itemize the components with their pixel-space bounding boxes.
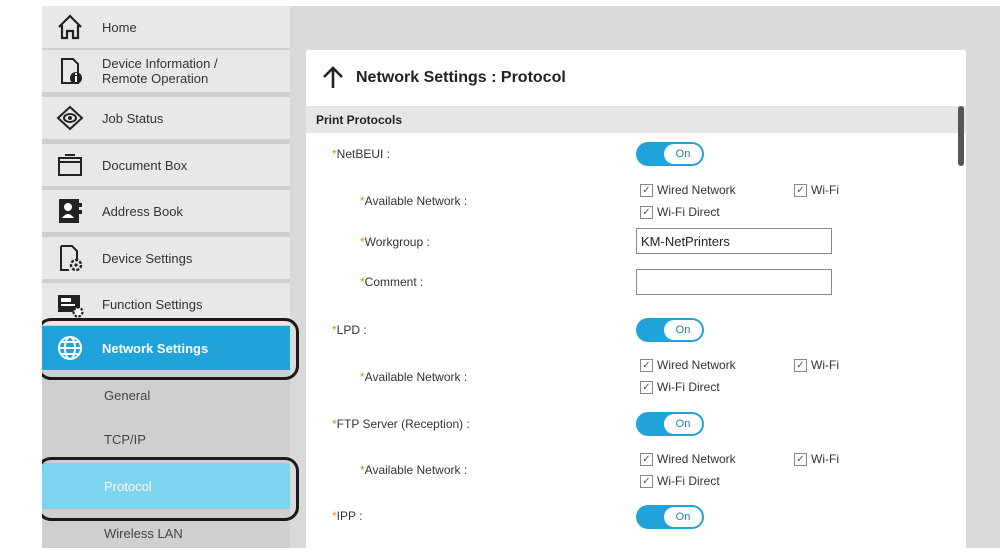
ipp-label: *IPP : [332, 509, 363, 523]
netbeui-wifi-direct-checkbox[interactable]: ✓ Wi-Fi Direct [640, 205, 720, 219]
device-settings-icon [52, 240, 88, 276]
function-settings-icon [52, 286, 88, 322]
sidebar-item-device-settings[interactable]: Device Settings [42, 237, 290, 279]
lpd-label: *LPD : [332, 323, 367, 337]
ftp-wired-checkbox[interactable]: ✓ Wired Network [640, 452, 736, 466]
lpd-wired-checkbox[interactable]: ✓ Wired Network [640, 358, 736, 372]
callout-outline-network-settings [42, 318, 299, 380]
page-title: Network Settings : Protocol [356, 69, 566, 86]
panel-header: Network Settings : Protocol [306, 50, 966, 107]
sidebar-subitem-label: General [104, 387, 151, 403]
sidebar-item-label: Address Book [102, 203, 183, 219]
settings-panel: Network Settings : Protocol Print Protoc… [306, 50, 966, 548]
protocol-form: *NetBEUI : On *Available Network : ✓ Wire… [306, 132, 956, 548]
folder-icon [52, 147, 88, 183]
sidebar-item-device-information[interactable]: Device Information / Remote Operation [42, 50, 290, 92]
netbeui-network-label: *Available Network : [360, 194, 468, 208]
section-header: Print Protocols [306, 107, 966, 133]
checkbox-check-icon: ✓ [640, 205, 653, 219]
netbeui-label: *NetBEUI : [332, 147, 391, 161]
netbeui-wired-checkbox[interactable]: ✓ Wired Network [640, 183, 736, 197]
checkbox-check-icon: ✓ [640, 183, 653, 197]
checkbox-check-icon: ✓ [640, 380, 653, 394]
sidebar-subitem-label: TCP/IP [104, 431, 146, 447]
ftp-label: *FTP Server (Reception) : [332, 417, 470, 431]
sidebar-item-label: Device Settings [102, 250, 193, 266]
sidebar-item-home[interactable]: Home [42, 6, 290, 48]
workgroup-input[interactable] [636, 228, 832, 254]
comment-input[interactable] [636, 269, 832, 295]
comment-label: *Comment : [360, 275, 424, 289]
sidebar-item-label: Job Status [102, 110, 164, 126]
sidebar-subitem-general[interactable]: General [42, 374, 290, 416]
home-icon [52, 9, 88, 45]
checkbox-check-icon: ✓ [794, 452, 807, 466]
callout-outline-protocol [42, 457, 299, 521]
sidebar-item-label: Device Information / Remote Operation [102, 56, 218, 86]
ipp-toggle[interactable]: On [636, 505, 704, 529]
lpd-wifi-direct-checkbox[interactable]: ✓ Wi-Fi Direct [640, 380, 720, 394]
sidebar-item-job-status[interactable]: Job Status [42, 97, 290, 139]
ftp-network-label: *Available Network : [360, 463, 468, 477]
workgroup-label: *Workgroup : [360, 235, 430, 249]
netbeui-toggle[interactable]: On [636, 142, 704, 166]
ftp-wifi-direct-checkbox[interactable]: ✓ Wi-Fi Direct [640, 474, 720, 488]
sidebar-item-label: Function Settings [102, 296, 203, 312]
lpd-wifi-checkbox[interactable]: ✓ Wi-Fi [794, 358, 839, 372]
netbeui-wifi-checkbox[interactable]: ✓ Wi-Fi [794, 183, 839, 197]
checkbox-check-icon: ✓ [794, 358, 807, 372]
vertical-scrollbar[interactable] [958, 106, 964, 166]
sidebar-item-label: Document Box [102, 157, 188, 173]
sidebar-item-label: Home [102, 19, 137, 35]
web-ui-frame: Home Device Information / Remote Operati… [42, 6, 1000, 548]
eye-icon [52, 100, 88, 136]
lpd-network-label: *Available Network : [360, 370, 468, 384]
checkbox-check-icon: ✓ [640, 474, 653, 488]
lpd-toggle[interactable]: On [636, 318, 704, 342]
ftp-toggle[interactable]: On [636, 412, 704, 436]
sidebar-item-document-box[interactable]: Document Box [42, 144, 290, 186]
checkbox-check-icon: ✓ [640, 358, 653, 372]
ftp-wifi-checkbox[interactable]: ✓ Wi-Fi [794, 452, 839, 466]
sidebar-item-address-book[interactable]: Address Book [42, 190, 290, 232]
device-info-icon [52, 53, 88, 89]
sidebar-subitem-label: Wireless LAN [104, 525, 183, 541]
arrow-up-icon[interactable] [320, 65, 346, 91]
sidebar-subitem-tcpip[interactable]: TCP/IP [42, 418, 290, 460]
checkbox-check-icon: ✓ [640, 452, 653, 466]
address-book-icon [52, 193, 88, 229]
checkbox-check-icon: ✓ [794, 183, 807, 197]
